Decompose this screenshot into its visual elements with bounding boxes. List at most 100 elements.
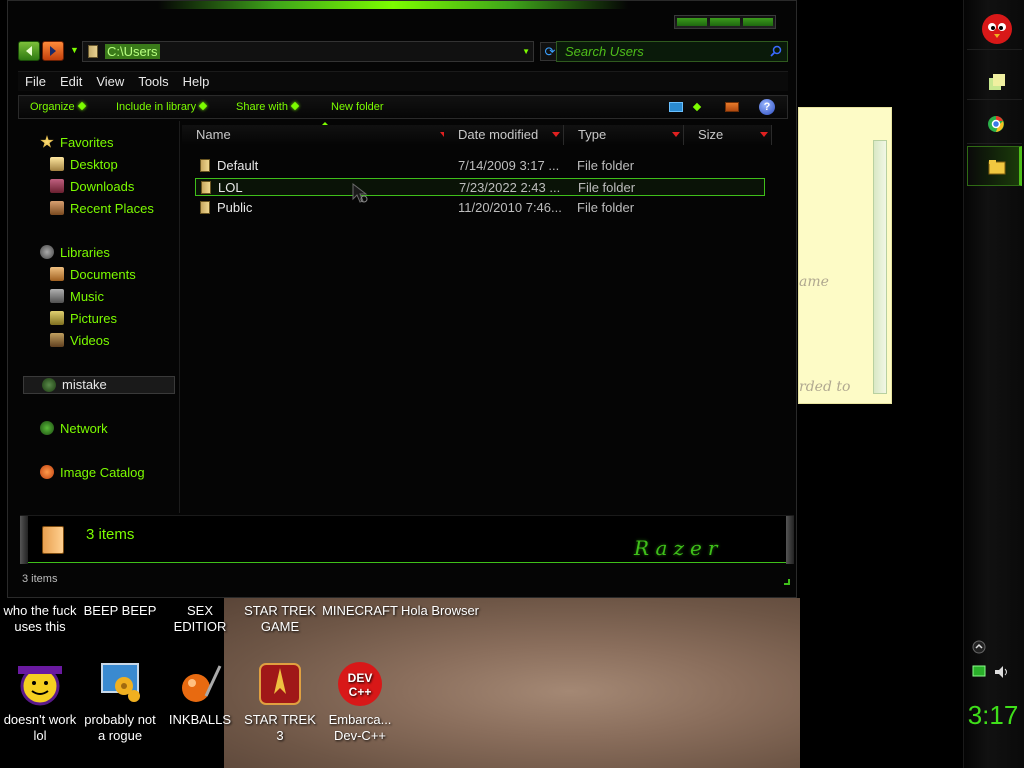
back-button[interactable]: [18, 41, 40, 61]
close-button[interactable]: [743, 18, 773, 26]
taskbar-angry-birds[interactable]: [967, 4, 1022, 50]
new-folder-button[interactable]: New folder: [331, 101, 384, 113]
recent-pages-dropdown-icon[interactable]: ▼: [70, 45, 79, 55]
nav-downloads[interactable]: Downloads: [50, 179, 134, 194]
taskbar-explorer[interactable]: [967, 146, 1022, 186]
nav-documents-label: Documents: [70, 267, 136, 282]
nav-pictures[interactable]: Pictures: [50, 311, 117, 326]
column-headers: Name Date modified Type Size: [182, 125, 788, 145]
nav-libraries[interactable]: Libraries: [40, 245, 110, 260]
desktop-icon-hola-browser[interactable]: Hola Browser: [400, 603, 480, 619]
desktop-icon-star-trek-game[interactable]: STAR TREK GAME: [240, 603, 320, 635]
sticky-note-window[interactable]: ame rded to: [798, 107, 892, 404]
image-catalog-icon: [40, 465, 54, 479]
address-bar[interactable]: C:\Users ▼: [82, 41, 534, 62]
search-icon[interactable]: [770, 45, 782, 57]
nav-desktop-label: Desktop: [70, 157, 118, 172]
dropdown-icon: [198, 101, 208, 111]
nav-downloads-label: Downloads: [70, 179, 135, 194]
preview-pane-icon[interactable]: [725, 102, 739, 112]
forward-button[interactable]: [42, 41, 64, 61]
include-in-library-button[interactable]: Include in library: [116, 101, 208, 113]
show-hidden-icons-icon[interactable]: [972, 640, 986, 654]
desktop-icon-probably-not-a-rogue[interactable]: probably not a rogue: [80, 660, 160, 744]
window-glow: [158, 1, 628, 9]
file-row[interactable]: Default 7/14/2009 3:17 ... File folder: [195, 157, 765, 175]
details-edge-left: [20, 516, 28, 564]
star-trek-icon: [259, 663, 301, 705]
desktop-icon-label: doesn't work lol: [3, 712, 77, 743]
minimize-button[interactable]: [677, 18, 707, 26]
desktop-icon-dev-cpp[interactable]: DEV C++ Embarca... Dev-C++: [320, 660, 400, 744]
nav-music[interactable]: Music: [50, 289, 104, 304]
refresh-icon: ⟳: [544, 44, 556, 59]
maximize-button[interactable]: [710, 18, 740, 26]
recent-places-icon: [50, 201, 64, 215]
file-row[interactable]: Public 11/20/2010 7:46... File folder: [195, 199, 765, 217]
arrow-left-icon: [26, 46, 32, 56]
nav-network-label: Network: [60, 421, 108, 436]
desktop-icon-minecraft[interactable]: MINECRAFT: [320, 603, 400, 619]
nav-documents[interactable]: Documents: [50, 267, 136, 282]
nav-libraries-label: Libraries: [60, 245, 110, 260]
nav-mistake[interactable]: mistake: [23, 376, 175, 394]
desktop-icon-who-uses-this[interactable]: who the fuck uses this: [0, 603, 80, 635]
homegroup-icon: [42, 378, 56, 392]
menu-help[interactable]: Help: [176, 74, 217, 89]
menu-edit[interactable]: Edit: [53, 74, 89, 89]
desktop-icon-beep-beep[interactable]: BEEP BEEP: [80, 603, 160, 619]
column-filter-icon[interactable]: [552, 132, 560, 137]
nav-image-catalog[interactable]: Image Catalog: [40, 465, 145, 480]
nav-desktop[interactable]: Desktop: [50, 157, 118, 172]
desktop-icon-star-trek-3[interactable]: STAR TREK 3: [240, 660, 320, 744]
documents-icon: [50, 267, 64, 281]
desktop-icon-label: STAR TREK 3: [244, 712, 316, 743]
menu-view[interactable]: View: [89, 74, 131, 89]
share-with-button[interactable]: Share with: [236, 101, 300, 113]
file-name: Public: [217, 200, 253, 215]
help-icon[interactable]: ?: [759, 99, 775, 115]
nav-network[interactable]: Network: [40, 421, 108, 436]
organize-button[interactable]: Organize: [30, 101, 86, 113]
file-type: File folder: [577, 158, 635, 173]
change-view-icon[interactable]: [669, 102, 683, 112]
desktop-icon-label: BEEP BEEP: [83, 603, 157, 618]
column-size-label: Size: [698, 127, 724, 142]
file-row-selected[interactable]: LOL 7/23/2022 2:43 ... File folder: [195, 178, 765, 196]
desktop-icon-inkballs[interactable]: INKBALLS: [160, 660, 240, 728]
desktop-icon-label: STAR TREK GAME: [244, 603, 316, 634]
column-filter-icon[interactable]: [760, 132, 768, 137]
desktop-icon-yahoo[interactable]: doesn't work lol: [0, 660, 80, 744]
battery-icon[interactable]: [972, 665, 986, 677]
taskbar-chrome[interactable]: [967, 104, 1022, 144]
volume-icon[interactable]: [994, 665, 1010, 679]
address-text[interactable]: C:\Users: [105, 44, 160, 59]
pane-divider[interactable]: [179, 121, 180, 513]
column-type[interactable]: Type: [564, 125, 684, 145]
details-pane: 3 items Razer: [20, 515, 794, 564]
chevron-down-icon[interactable]: ▼: [522, 47, 530, 56]
view-options-dropdown-icon[interactable]: [692, 102, 702, 112]
desktop-icon-sex-editior[interactable]: SEX EDITIOR: [160, 603, 240, 635]
folder-icon: [200, 159, 210, 172]
network-icon: [40, 421, 54, 435]
desktop-icon-label: Embarca... Dev-C++: [328, 712, 392, 743]
share-label: Share with: [236, 101, 288, 113]
nav-recent-places[interactable]: Recent Places: [50, 201, 154, 216]
menu-file[interactable]: File: [18, 74, 53, 89]
nav-videos[interactable]: Videos: [50, 333, 110, 348]
search-input[interactable]: [565, 44, 765, 59]
column-date-modified[interactable]: Date modified: [444, 125, 564, 145]
sticky-scrollbar[interactable]: [873, 140, 887, 394]
search-box[interactable]: [556, 41, 788, 62]
column-filter-icon[interactable]: [672, 132, 680, 137]
folder-icon: [88, 45, 98, 58]
resize-grip-icon[interactable]: [784, 579, 790, 585]
menu-tools[interactable]: Tools: [131, 74, 175, 89]
column-type-label: Type: [578, 127, 607, 142]
nav-favorites[interactable]: Favorites: [40, 135, 113, 150]
column-name[interactable]: Name: [182, 125, 452, 145]
taskbar-clock[interactable]: 3:17: [963, 700, 1023, 731]
taskbar-sticky-notes[interactable]: [967, 60, 1022, 100]
column-size[interactable]: Size: [684, 125, 772, 145]
